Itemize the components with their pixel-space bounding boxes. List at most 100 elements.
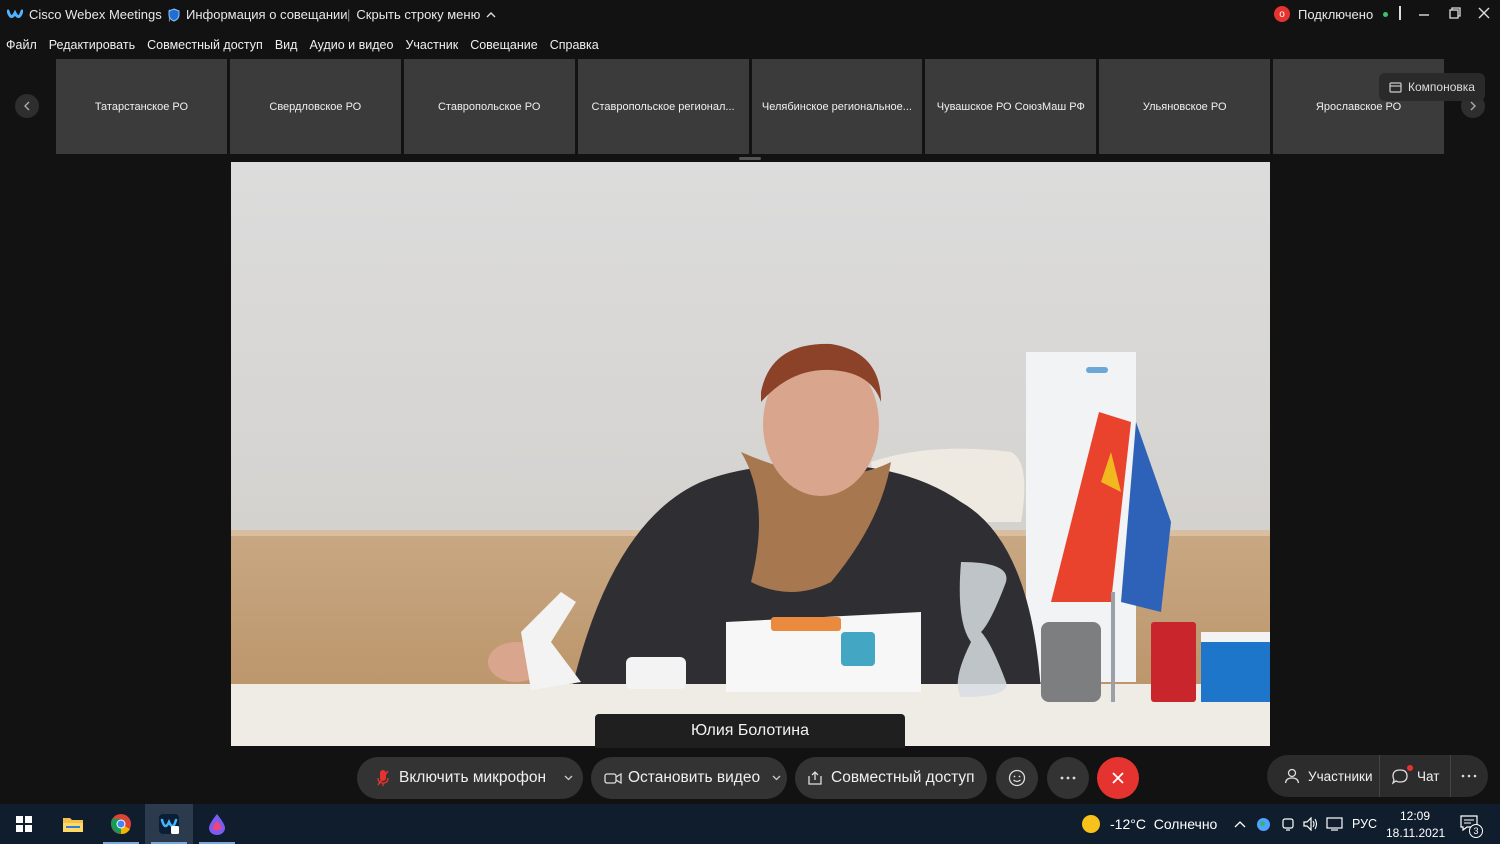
participant-tile[interactable]: Свердловское РО (229, 59, 401, 154)
close-icon[interactable] (1478, 7, 1490, 19)
participant-name: Свердловское РО (269, 100, 362, 113)
participant-tile[interactable]: Чувашское РО СоюзМаш РФ (925, 59, 1097, 154)
menu-edit[interactable]: Редактировать (49, 38, 135, 52)
menu-help[interactable]: Справка (550, 38, 599, 52)
taskbar-explorer[interactable] (49, 804, 97, 844)
folder-icon (63, 818, 83, 832)
participant-filmstrip: Татарстанское РО Свердловское РО Ставроп… (56, 59, 1444, 154)
chat-label: Чат (1417, 768, 1440, 784)
speaker-name: Юлия Болотина (691, 722, 809, 739)
hide-menu-button[interactable]: | Скрыть строку меню (347, 7, 496, 22)
chevron-down-icon[interactable] (564, 775, 573, 781)
taskbar-webex[interactable] (145, 804, 193, 844)
hide-menu-label: Скрыть строку меню (356, 7, 481, 22)
share-icon (808, 771, 822, 785)
microphone-muted-icon (377, 770, 389, 786)
participant-tile[interactable]: Татарстанское РО (56, 59, 227, 154)
video-camera-icon (604, 772, 622, 784)
input-language[interactable]: РУС (1352, 817, 1377, 831)
filmstrip-resize-handle[interactable] (739, 157, 761, 160)
reactions-button[interactable] (996, 757, 1038, 799)
menu-file[interactable]: Файл (6, 38, 37, 52)
participant-name: Ульяновское РО (1142, 100, 1227, 113)
person-icon (1284, 768, 1300, 784)
layout-button[interactable]: Компоновка (1379, 73, 1485, 101)
more-dots-icon (1060, 776, 1076, 780)
share-label: Совместный доступ (831, 769, 975, 786)
notification-count: 3 (1469, 824, 1483, 838)
more-dots-icon (1461, 774, 1477, 778)
chat-icon (1391, 768, 1408, 785)
menu-participant[interactable]: Участник (405, 38, 458, 52)
chrome-icon (111, 814, 131, 835)
chevron-down-icon[interactable] (772, 775, 781, 781)
minimize-icon[interactable] (1418, 8, 1430, 20)
participant-name: Чувашское РО СоюзМаш РФ (936, 100, 1085, 113)
clock-date: 18.11.2021 (1386, 826, 1446, 840)
participant-tile[interactable]: Ульяновское РО (1099, 59, 1271, 154)
sun-icon (1082, 815, 1100, 833)
windows-taskbar: -12°C Солнечно РУС 12:09 18.11.2021 3 (0, 804, 1500, 844)
layout-icon (1389, 81, 1402, 93)
unmute-button[interactable]: Включить микрофон (357, 757, 583, 799)
active-speaker-video (231, 162, 1270, 746)
recording-badge: o (1274, 6, 1290, 22)
status-dot (1383, 11, 1389, 17)
display-network-icon[interactable] (1326, 817, 1343, 831)
clock[interactable]: 12:09 18.11.2021 (1386, 808, 1446, 842)
start-button[interactable] (0, 804, 48, 844)
participants-button[interactable]: Участники (1267, 768, 1379, 784)
chevron-up-icon[interactable] (1234, 820, 1246, 828)
weather-text: -12°C Солнечно (1110, 816, 1218, 832)
participant-tile[interactable]: Ставропольское РО (403, 59, 575, 154)
webex-icon (159, 814, 179, 834)
taskbar-chrome[interactable] (97, 804, 145, 844)
restore-icon[interactable] (1449, 7, 1461, 19)
device-icon[interactable] (1281, 817, 1295, 832)
meeting-info-button[interactable]: Информация о совещании (168, 7, 348, 22)
menu-share[interactable]: Совместный доступ (147, 38, 263, 52)
filmstrip-prev-button[interactable] (15, 94, 39, 118)
title-bar: Cisco Webex Meetings | Информация о сове… (0, 0, 1500, 30)
speaker-icon[interactable] (1303, 817, 1319, 831)
windows-logo-icon (16, 816, 32, 832)
stop-video-button[interactable]: Остановить видео (591, 757, 787, 799)
share-button[interactable]: Совместный доступ (795, 757, 987, 799)
menu-bar: Файл Редактировать Совместный доступ Вид… (0, 33, 599, 57)
chat-button[interactable]: Чат (1380, 764, 1450, 785)
menu-audio-video[interactable]: Аудио и видео (309, 38, 393, 52)
close-icon (1112, 772, 1124, 784)
participant-tile[interactable]: Челябинское региональное... (751, 59, 923, 154)
chevron-left-icon (24, 101, 30, 111)
more-options-button[interactable] (1047, 757, 1089, 799)
panel-controls: Участники Чат (1267, 755, 1488, 797)
meeting-info-label: Информация о совещании (186, 7, 348, 22)
panel-more-button[interactable] (1451, 774, 1487, 778)
app-name: Cisco Webex Meetings (29, 7, 162, 22)
unmute-label: Включить микрофон (399, 769, 547, 786)
connection-status[interactable]: o Подключено (1274, 6, 1389, 22)
weather-widget[interactable]: -12°C Солнечно (1082, 815, 1217, 833)
separator: | (347, 7, 351, 22)
taskbar-app[interactable] (193, 804, 241, 844)
participant-name: Татарстанское РО (94, 100, 189, 113)
layout-label: Компоновка (1408, 80, 1475, 94)
speaker-video-frame (231, 162, 1270, 746)
participant-name: Ярославское РО (1315, 100, 1402, 113)
window-divider (1399, 6, 1401, 20)
participant-name: Ставропольское РО (437, 100, 541, 113)
emoji-icon (1008, 769, 1026, 787)
menu-meeting[interactable]: Совещание (470, 38, 538, 52)
stop-video-label: Остановить видео (628, 769, 761, 786)
menu-view[interactable]: Вид (275, 38, 298, 52)
participants-label: Участники (1308, 768, 1373, 784)
shield-icon (168, 7, 180, 22)
participant-tile[interactable]: Ставропольское регионал... (577, 59, 749, 154)
network-globe-icon[interactable] (1256, 817, 1271, 832)
status-label: Подключено (1298, 6, 1374, 22)
clock-time: 12:09 (1399, 809, 1431, 823)
webex-logo-icon (7, 9, 23, 18)
speaker-name-label: Юлия Болотина (595, 714, 905, 748)
notifications-button[interactable]: 3 (1460, 815, 1483, 838)
leave-meeting-button[interactable] (1097, 757, 1139, 799)
